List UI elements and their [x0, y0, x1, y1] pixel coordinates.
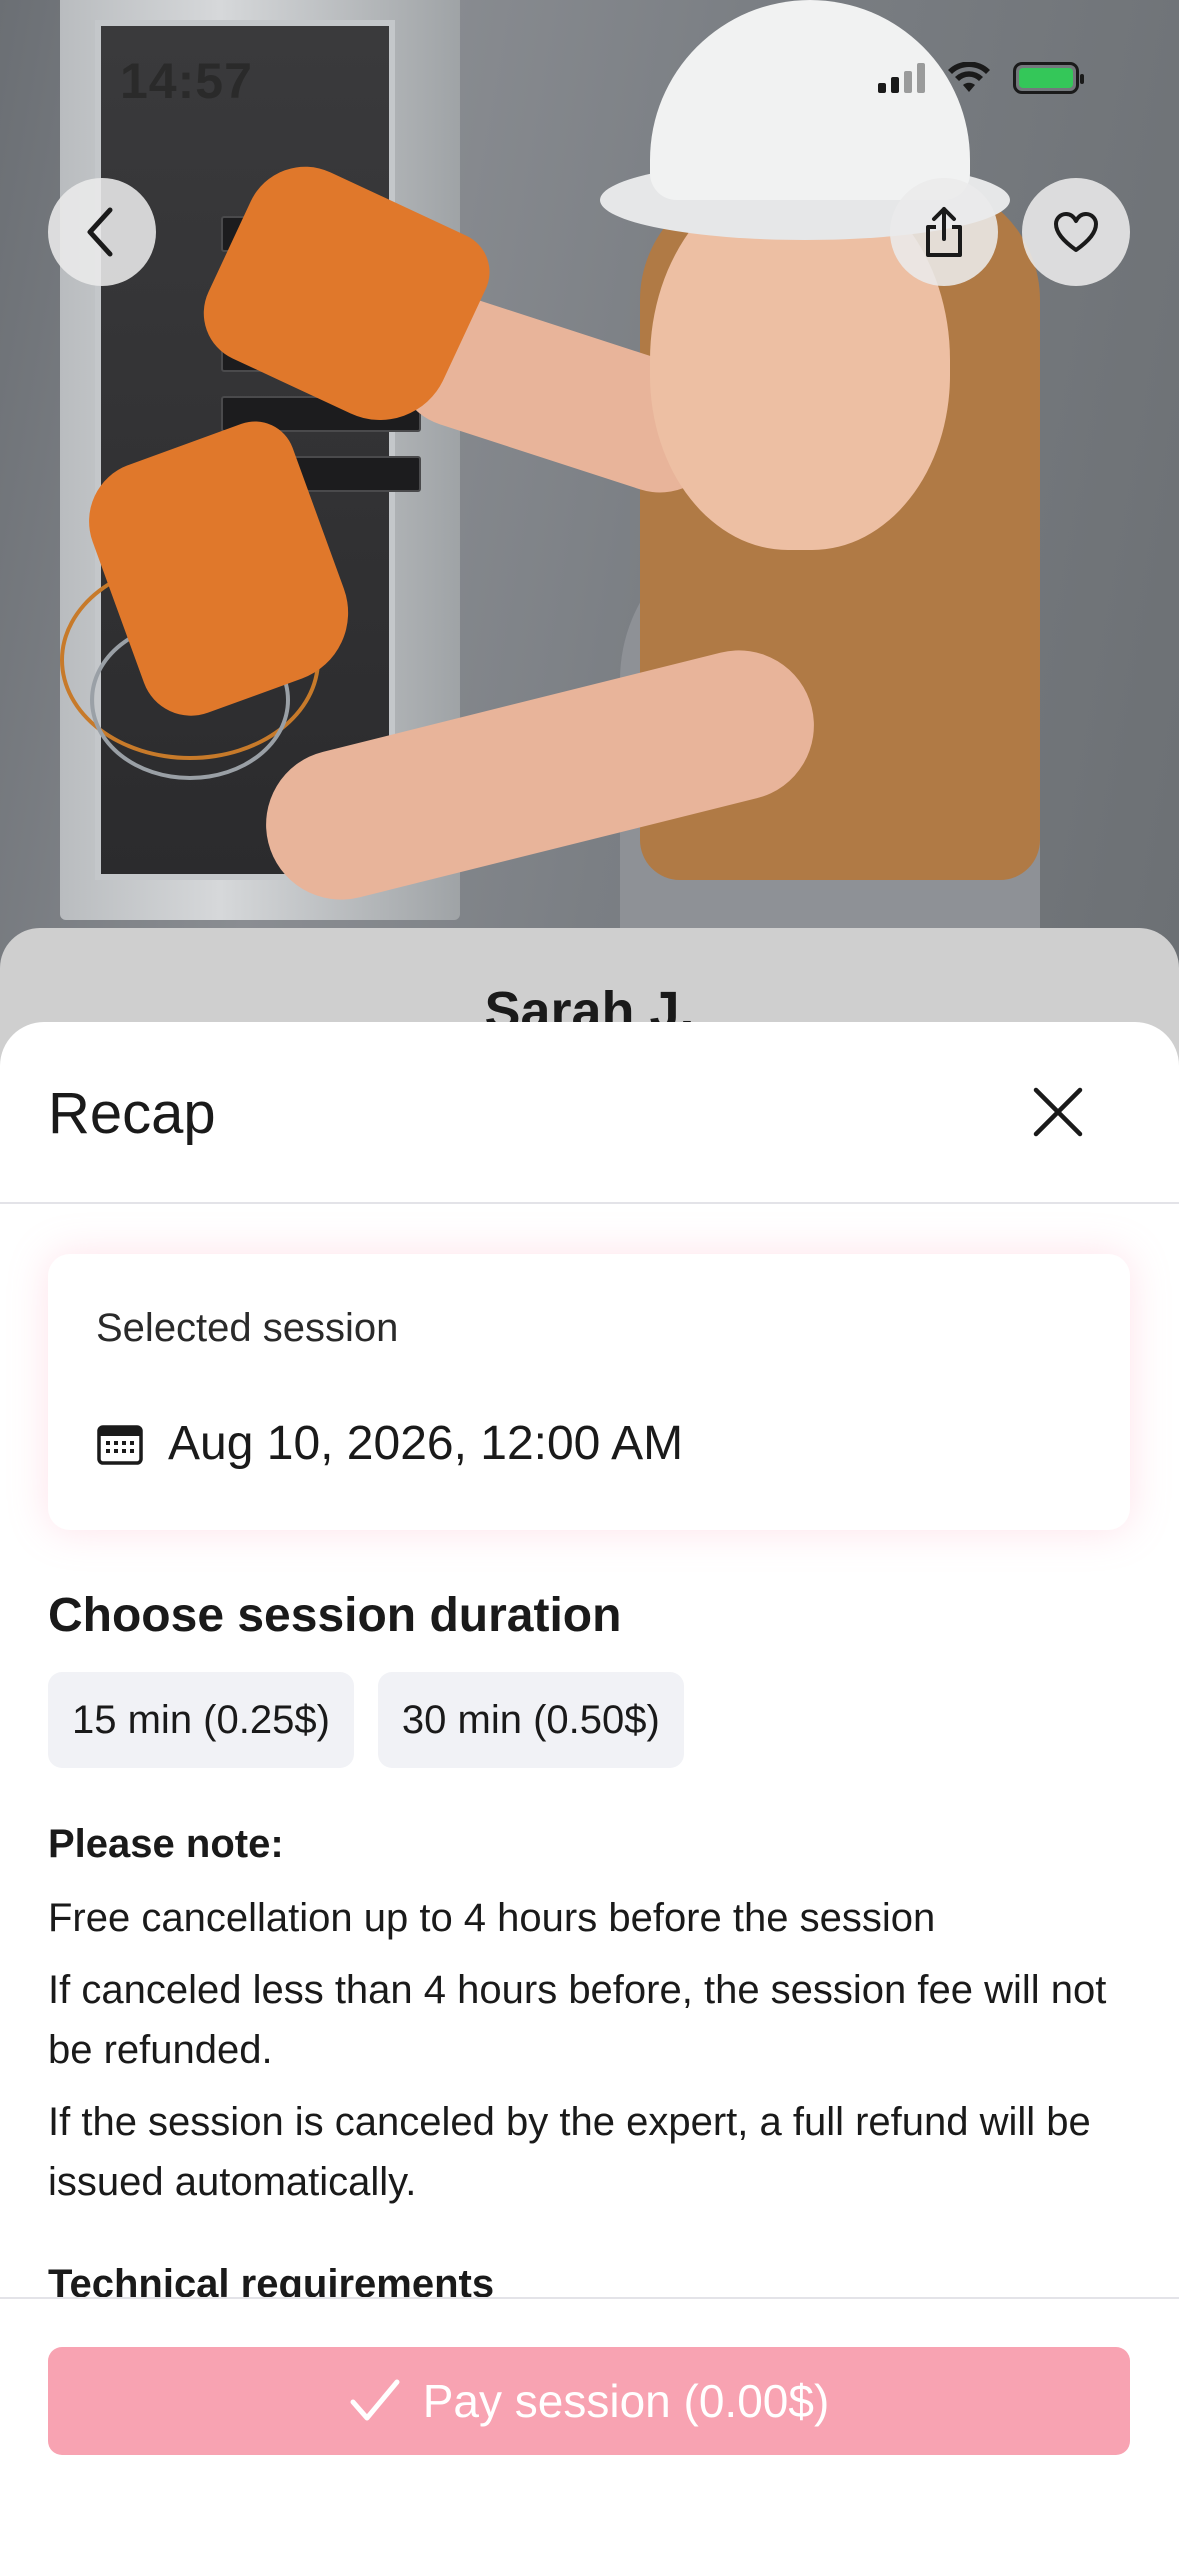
hero-photo: 14:57 [0, 0, 1179, 1000]
selected-session-card: Selected session Aug 10, 2026, 12:00 AM [48, 1254, 1130, 1530]
close-icon [1033, 1087, 1083, 1137]
favorite-button[interactable] [1022, 178, 1130, 286]
session-date: Aug 10, 2026, 12:00 AM [168, 1417, 684, 1470]
wifi-icon [948, 62, 990, 92]
back-button[interactable] [48, 178, 156, 286]
calendar-icon [97, 1424, 143, 1465]
battery-icon [1013, 62, 1084, 94]
note-line: Free cancellation up to 4 hours before t… [48, 1896, 936, 1940]
status-icons [878, 62, 1084, 94]
note-line: If canceled less than 4 hours before, th… [48, 1968, 1107, 2072]
chevron-left-icon [87, 207, 113, 257]
duration-option-30[interactable]: 30 min (0.50$) [377, 1672, 684, 1768]
note-line: If the session is canceled by the expert… [48, 2100, 1091, 2204]
share-button[interactable] [890, 178, 998, 286]
session-date-row: Aug 10, 2026, 12:00 AM [96, 1416, 683, 1471]
status-time: 14:57 [120, 53, 253, 109]
share-icon [926, 207, 962, 257]
hard-hat [650, 0, 970, 200]
selected-session-label: Selected session [96, 1306, 399, 1350]
pay-session-button[interactable]: Pay session (0.00$) [48, 2347, 1130, 2455]
heart-icon [1054, 212, 1098, 252]
note-title: Please note: [48, 1822, 284, 1866]
signal-icon [878, 63, 925, 93]
recap-sheet: Recap Selected session Aug 10, 2026, 12:… [0, 1022, 1179, 2556]
sheet-title: Recap [48, 1081, 216, 1146]
duration-option-15[interactable]: 15 min (0.25$) [48, 1672, 354, 1768]
close-button[interactable] [1020, 1074, 1096, 1150]
sheet-header: Recap [0, 1022, 1179, 1204]
sheet-footer: Pay session (0.00$) [0, 2297, 1179, 2556]
checkmark-icon [350, 2379, 400, 2421]
pay-session-label: Pay session (0.00$) [422, 2375, 830, 2427]
duration-title: Choose session duration [48, 1589, 622, 1642]
duration-options: 15 min (0.25$) 30 min (0.50$) [48, 1672, 684, 1768]
